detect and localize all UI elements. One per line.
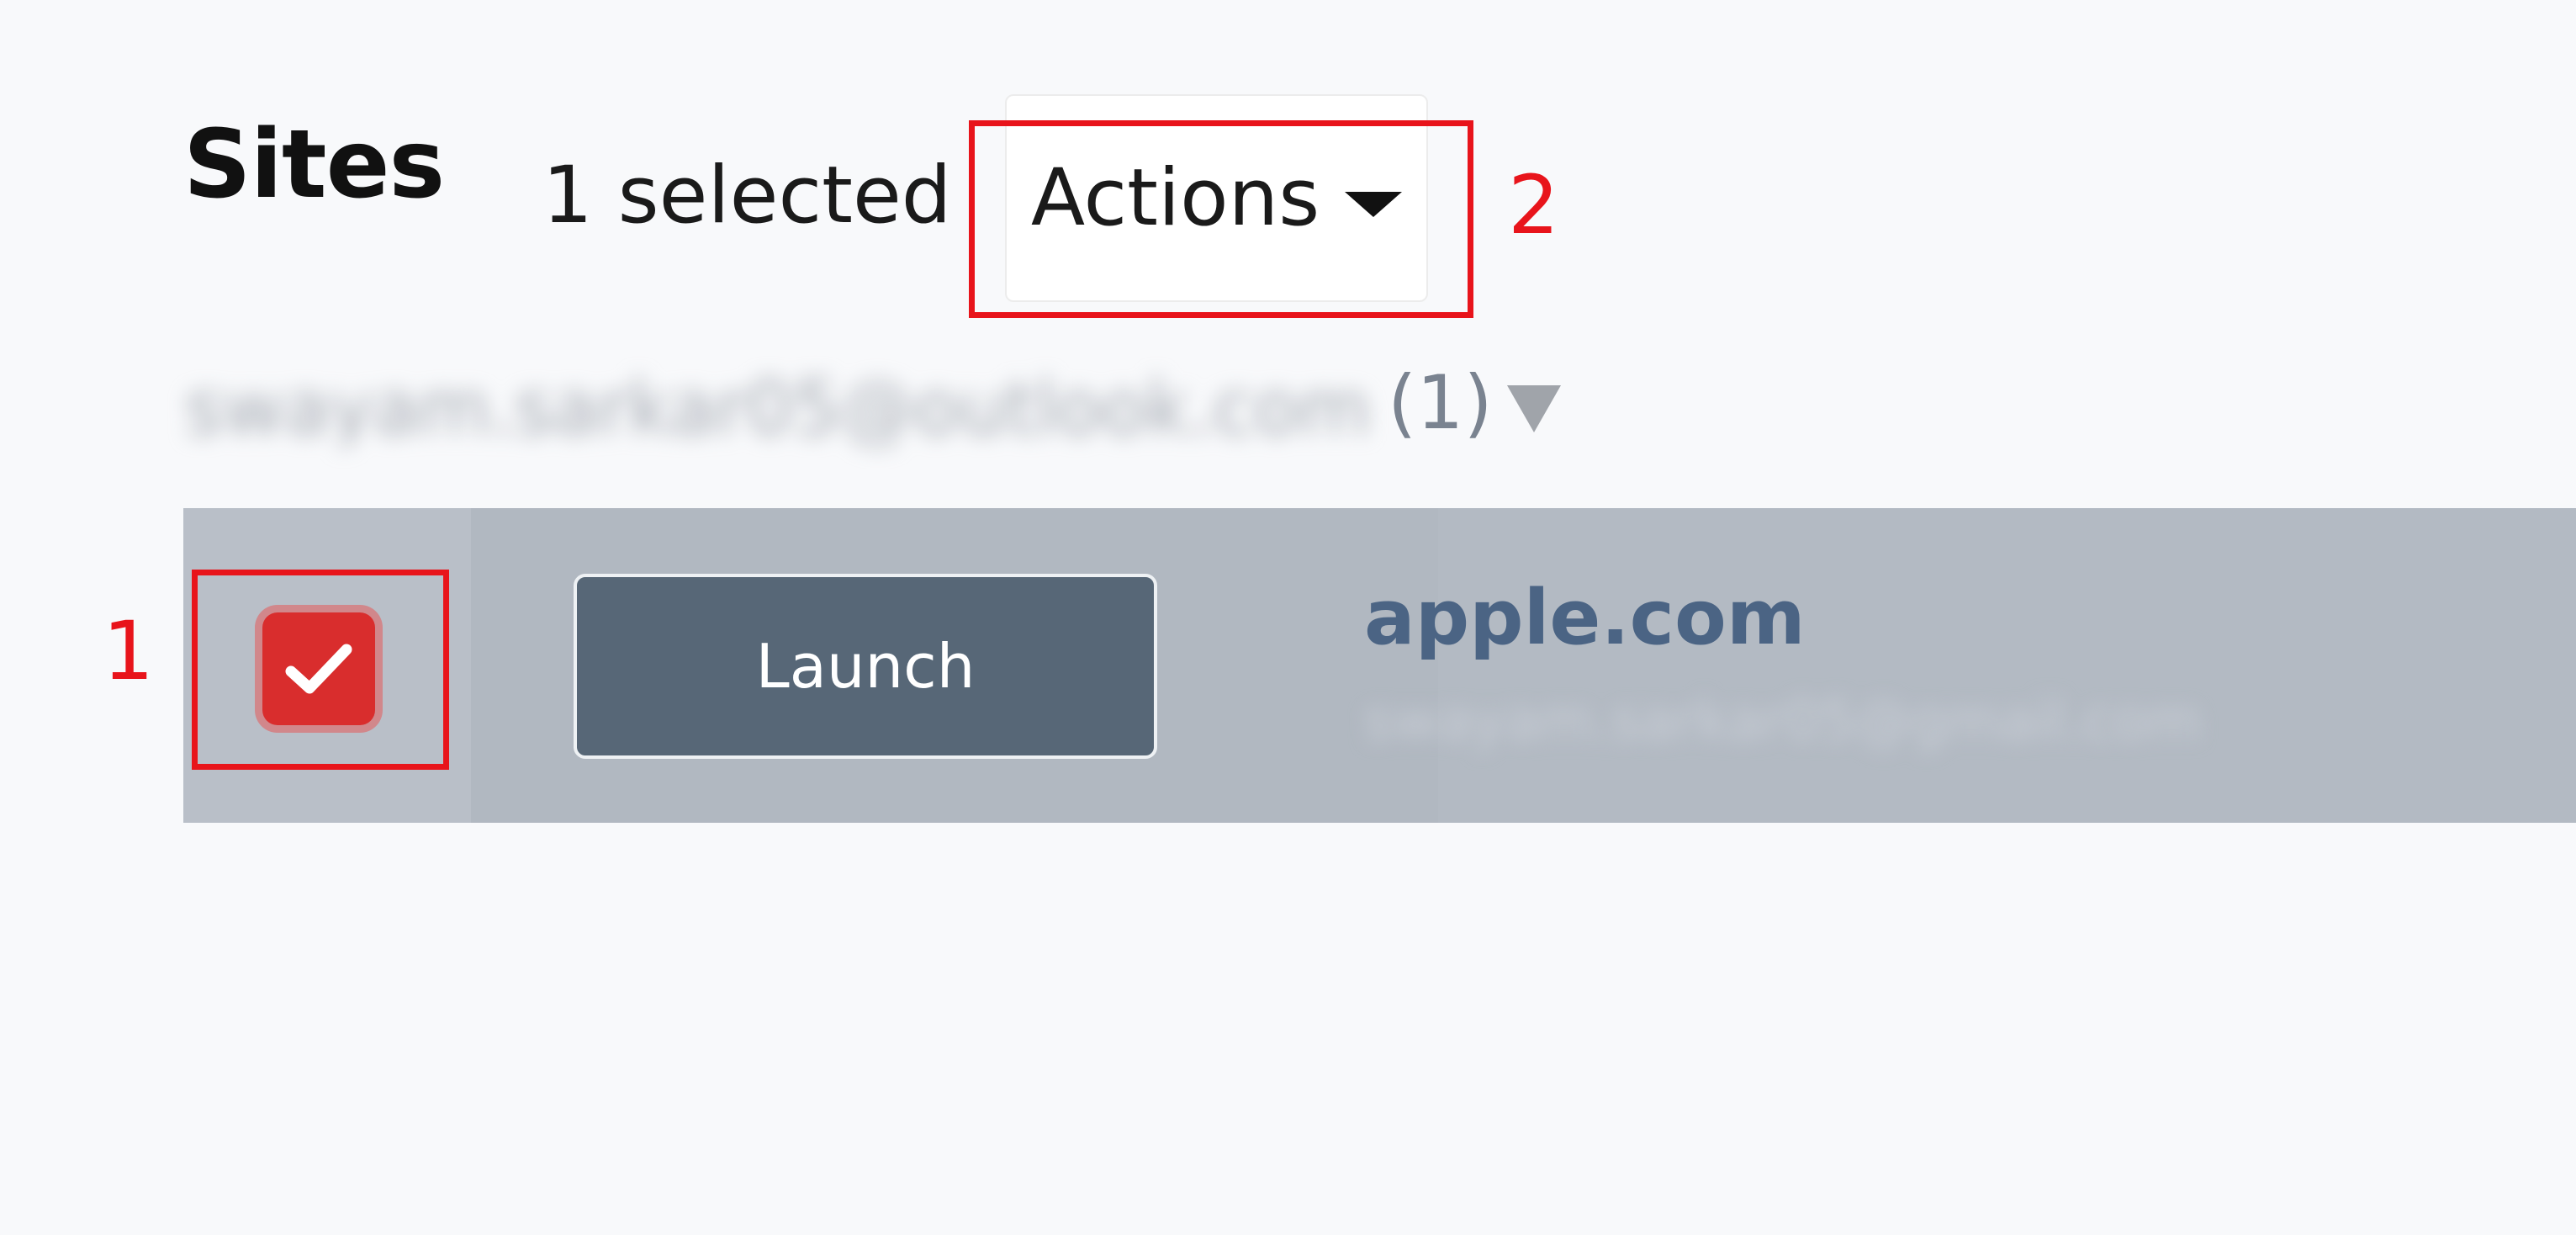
account-site-count: (1) [1388,359,1493,446]
annotation-number-2: 2 [1508,158,1560,252]
annotation-box-actions [969,120,1473,318]
selection-count: 1 selected [542,150,952,241]
annotation-box-checkbox [192,570,449,770]
site-owner-email: swayam.sarkar05@gmail.com [1364,688,2202,753]
account-email: swayam.sarkar05@outlook.com [185,370,1372,446]
expand-triangle-icon[interactable] [1507,385,1561,432]
annotation-number-1: 1 [103,604,155,698]
launch-button[interactable]: Launch [574,574,1157,759]
table-row [183,508,2576,823]
site-name-link[interactable]: apple.com [1364,580,1806,656]
page-title: Sites [183,110,445,220]
